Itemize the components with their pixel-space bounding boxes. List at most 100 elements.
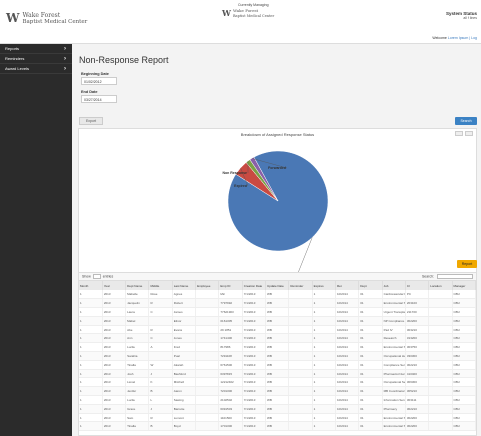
table-cell: 6091503 <box>218 404 243 414</box>
table-row[interactable]: 1 2013 Sam R Lumont 1101500 7/1/2013 WB 1 10/2014… <box>79 413 476 423</box>
column-header[interactable]: Last Name <box>172 281 197 290</box>
table-cell: CBU <box>452 377 476 388</box>
table-cell: WB <box>265 351 290 361</box>
column-header[interactable]: Emp ID <box>218 281 243 290</box>
table-cell: CBU <box>452 351 476 361</box>
table-cell[interactable] <box>288 351 313 361</box>
wake-forest-logo[interactable]: W Wake Forest Baptist Medical Center <box>6 12 87 25</box>
column-header[interactable]: Employee <box>195 281 220 290</box>
table-row[interactable]: 1 2013 Lucile A Fred 817986 7/1/2013 WB 1 10/2014… <box>79 342 476 353</box>
table-row[interactable]: 1 2013 Sarahia Pual 7291108 7/1/2013 WB 1 10/201… <box>79 351 476 361</box>
table-cell: Environmental Services <box>382 421 406 432</box>
main-content: Non-Response Report Beginning Date 01/02… <box>72 44 481 436</box>
column-header[interactable]: Creation Date <box>242 281 267 290</box>
table-cell[interactable] <box>288 377 313 388</box>
table-cell <box>195 360 220 370</box>
column-header[interactable]: Reminder <box>288 281 313 290</box>
sidebar-item-reminders[interactable]: Reminders › <box>0 54 72 64</box>
end-date-label: End Date <box>81 90 98 94</box>
table-row[interactable]: 1 2013 Jenifer B Aaron 7201300 7/1/2013 WB 1 10/2… <box>79 386 476 397</box>
table-cell: Pual <box>172 351 197 361</box>
column-header[interactable]: Dept <box>358 281 383 290</box>
table-cell: CBU <box>452 369 476 379</box>
table-cell <box>428 307 453 317</box>
table-cell: 1 <box>312 333 336 344</box>
column-header[interactable]: Month <box>79 281 103 290</box>
table-cell[interactable] <box>288 395 313 405</box>
table-cell: WB <box>265 413 290 423</box>
table-cell <box>428 360 453 370</box>
user-links[interactable]: Lorem Ipsum | Log <box>448 36 477 40</box>
search-button[interactable]: Search <box>455 117 477 125</box>
table-cell: 1 <box>79 386 103 397</box>
table-cell: 7/1/2013 <box>242 377 267 388</box>
table-search-input[interactable] <box>437 274 473 279</box>
table-cell: CBU <box>452 325 476 335</box>
table-cell: 7/1/2013 <box>242 325 267 335</box>
table-cell: 313200 <box>405 333 430 344</box>
table-cell[interactable] <box>288 290 313 300</box>
column-header[interactable]: Cl <box>405 281 430 290</box>
table-cell: 1 <box>79 395 103 405</box>
chevron-right-icon: › <box>64 55 66 62</box>
sidebar-item-award-levels[interactable]: Award Levels › <box>0 64 72 74</box>
table-cell[interactable] <box>288 325 313 335</box>
table-row[interactable]: 1 2013 Abe R Evans 29 1851 7/1/2013 WB 1 10/2014 0… <box>79 325 476 335</box>
table-cell: Cardiovascular Pharmacy Pulmon <box>382 290 406 300</box>
table-row[interactable]: 1 2013 Josh J Bashford 6397815 7/1/2013 WB 1 10/2… <box>79 369 476 379</box>
table-cell: 10/2014 <box>335 351 360 361</box>
beginning-date-input[interactable]: 01/02/2012 <box>81 77 117 85</box>
sidebar-item-reports[interactable]: Reports › <box>0 44 72 54</box>
table-cell: 7/1/2013 <box>242 307 267 317</box>
table-row[interactable]: 1 2013 Tinalla B Boyd 1701300 7/1/2013 WB 1 10/20… <box>79 421 476 432</box>
table-cell: 1 <box>312 298 336 309</box>
column-header[interactable]: Job <box>382 281 406 290</box>
table-cell[interactable] <box>288 421 313 432</box>
table-row[interactable]: 1 2013 Mabel Elinor 0161305 7/1/2013 WB 1 10/201… <box>79 316 476 326</box>
table-controls: Show entries Search: <box>79 273 476 281</box>
table-row[interactable]: 1 2013 Tinalla W Akarah 6761500 7/1/2013 WB 1 10/… <box>79 360 476 370</box>
table-row[interactable]: 1 2013 Mabelle Rose Agnes Mic 7/1/2013 WB 1 10/20… <box>79 290 476 300</box>
table-cell[interactable] <box>288 333 313 344</box>
table-cell[interactable] <box>288 342 313 353</box>
table-cell <box>195 351 220 361</box>
table-cell: 1 <box>312 316 336 326</box>
table-cell[interactable] <box>288 307 313 317</box>
column-header[interactable]: Expires <box>312 281 336 290</box>
table-cell[interactable] <box>288 386 313 397</box>
table-cell: 2013 <box>102 369 127 379</box>
table-cell[interactable] <box>288 360 313 370</box>
table-cell: 10/2014 <box>335 421 360 432</box>
table-cell: 306300 <box>405 377 430 388</box>
table-cell[interactable] <box>288 413 313 423</box>
table-cell[interactable] <box>288 369 313 379</box>
column-header[interactable]: Middle <box>148 281 173 290</box>
column-header[interactable]: Manager <box>452 281 476 290</box>
report-button[interactable]: Report <box>457 260 477 268</box>
column-header[interactable]: Update Date <box>265 281 290 290</box>
table-cell[interactable] <box>288 298 313 309</box>
table-cell: 211700 <box>405 307 430 317</box>
entries-select[interactable] <box>92 274 101 279</box>
table-cell[interactable] <box>288 316 313 326</box>
table-cell: 01 <box>358 421 383 432</box>
table-row[interactable]: 1 2013 Lucile L Sawing 2102502 7/1/2013 WB 1 10/2… <box>79 395 476 405</box>
table-cell: CBU <box>452 395 476 405</box>
column-header[interactable]: Year <box>102 281 127 290</box>
system-status-sub: all f lines <box>463 16 477 20</box>
table-row[interactable]: 1 2013 Lionel K Mitchell 12212402 7/1/2013 WB 1 1… <box>79 377 476 388</box>
table-row[interactable]: 1 2013 Ann C Jones 1741400 7/1/2013 WB 1 10/2014 0… <box>79 333 476 344</box>
table-row[interactable]: 1 2013 Jacquelin R Robert 7797992 7/1/2013 WB 1 1… <box>79 298 476 309</box>
table-cell[interactable] <box>288 404 313 414</box>
end-date-input[interactable]: 03/27/2014 <box>81 95 117 103</box>
column-header[interactable]: Ret <box>335 281 360 290</box>
table-cell: Pharmacy <box>382 404 406 414</box>
table-row[interactable]: 1 2013 Grace J Barrette 6091503 7/1/2013 WB 1 10/… <box>79 404 476 414</box>
table-cell <box>148 316 173 326</box>
column-header[interactable]: Dept Name <box>125 281 150 290</box>
table-cell: 1 <box>312 325 336 335</box>
table-cell: Tinalla <box>125 421 150 432</box>
table-row[interactable]: 1 2013 Laura C James 77621903 7/1/2013 WB 1 10/20… <box>79 307 476 317</box>
export-button[interactable]: Export <box>79 117 103 125</box>
column-header[interactable]: Location <box>428 281 453 290</box>
